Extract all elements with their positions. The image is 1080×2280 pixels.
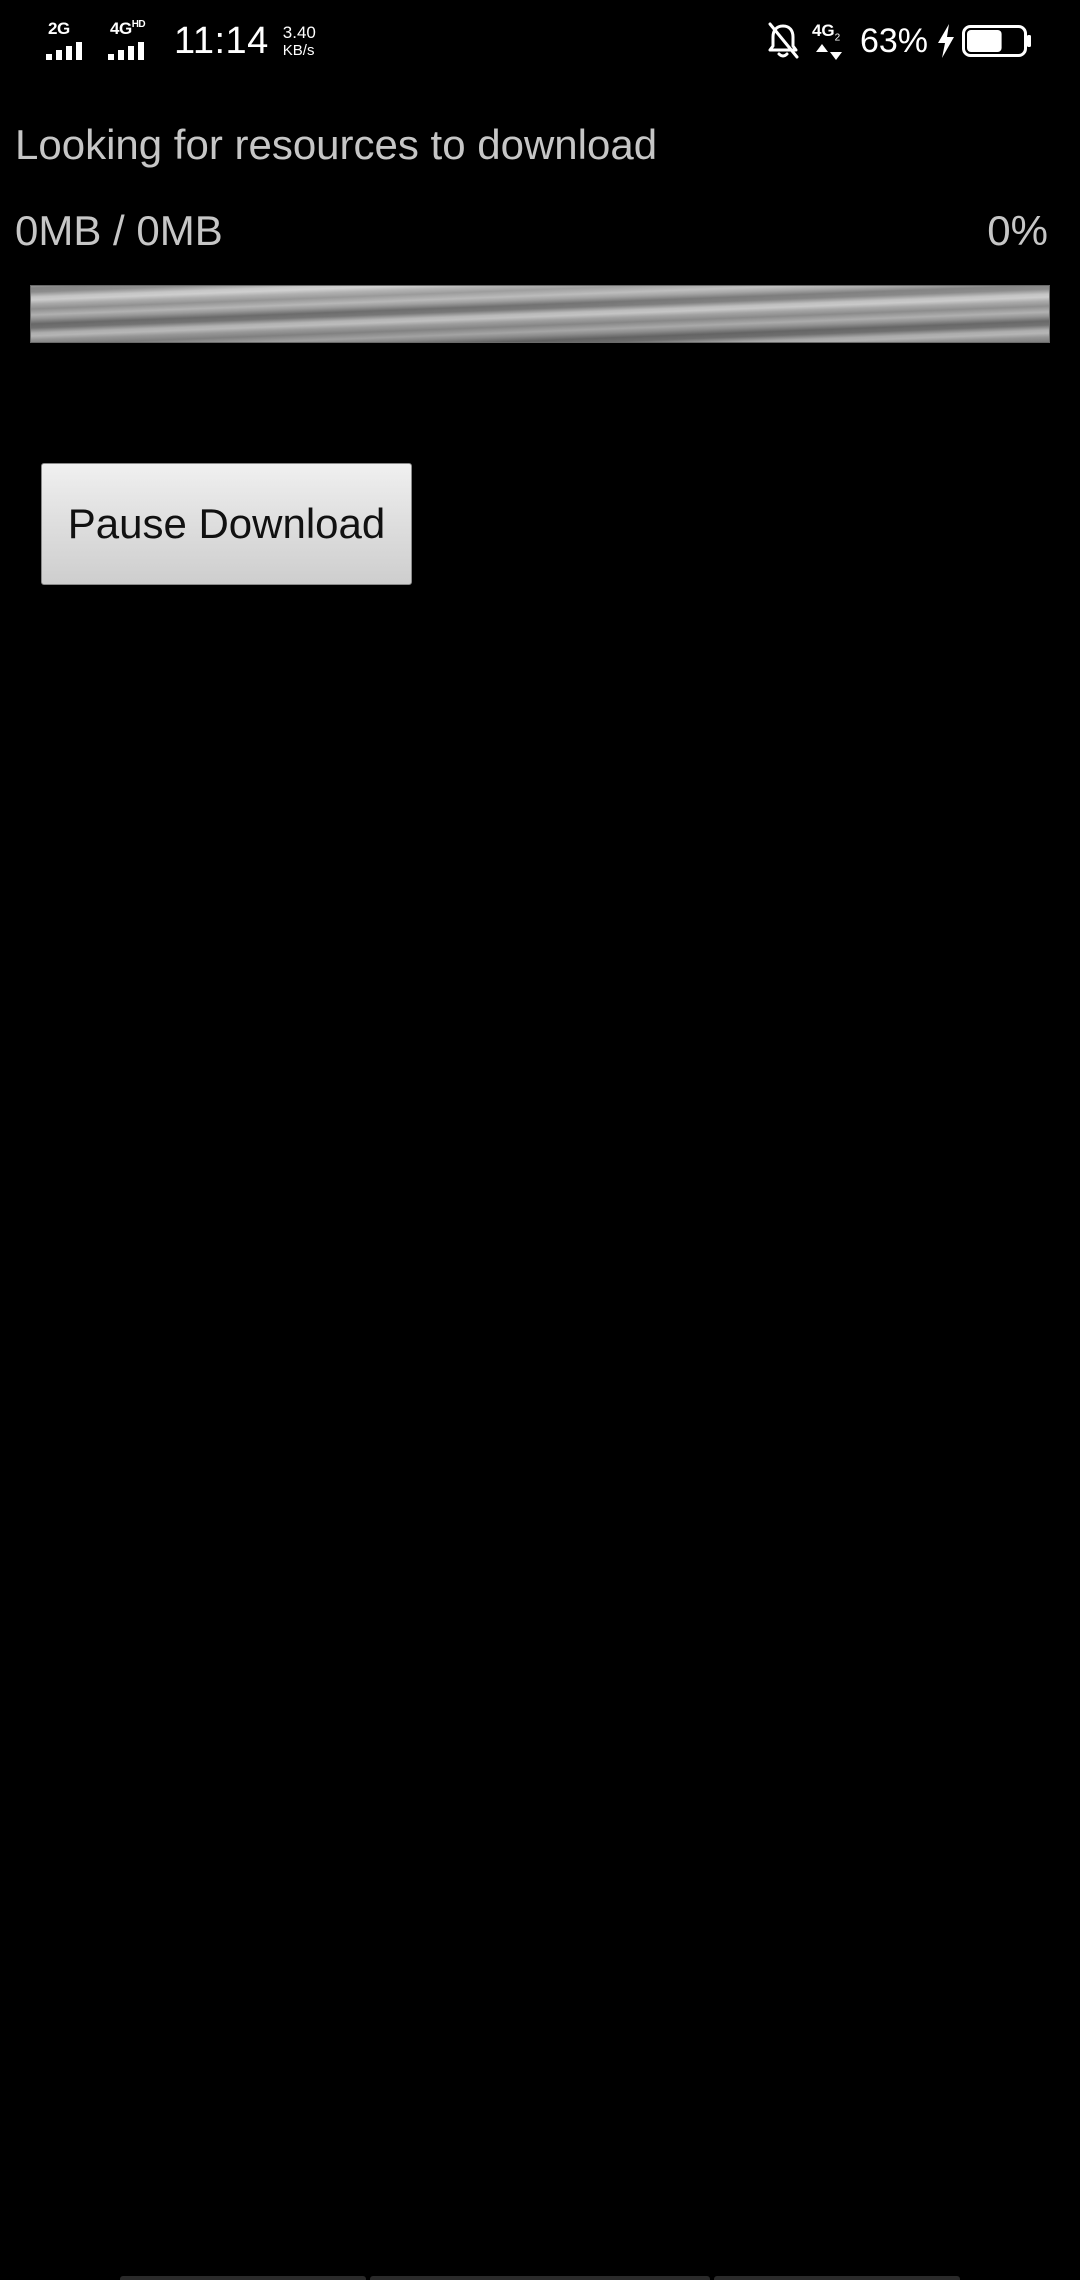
data-type: 4G	[811, 21, 835, 40]
bottom-nav-hints	[0, 2274, 1080, 2280]
pause-download-button[interactable]: Pause Download	[41, 463, 412, 585]
sim2-type: 4G	[110, 19, 132, 38]
clock: 11:14	[174, 20, 269, 62]
network-speed: 3.40 KB/s	[283, 24, 316, 64]
signal-2g-icon: 2G	[46, 18, 98, 64]
battery-fill	[967, 30, 1002, 52]
sim2-hd: HD	[131, 19, 146, 30]
status-right: 4G2 63%	[766, 18, 1032, 64]
battery-percent: 63%	[859, 22, 928, 60]
battery-icon	[962, 25, 1031, 57]
data-sub: 2	[834, 32, 841, 44]
bell-off-icon	[768, 22, 799, 59]
download-progress-bar	[30, 285, 1050, 343]
download-status-text: Looking for resources to download	[15, 121, 658, 168]
sim1-type: 2G	[48, 19, 70, 38]
status-left: 2G 4GHD 11:14 3.40 KB/s	[46, 18, 316, 64]
download-size-text: 0MB / 0MB	[15, 207, 223, 254]
network-speed-unit: KB/s	[282, 42, 315, 59]
network-speed-value: 3.40	[282, 23, 316, 42]
download-percent-text: 0%	[987, 207, 1048, 254]
status-bar: 2G 4GHD 11:14 3.40 KB/s 4G2 63%	[0, 0, 1080, 84]
signal-4g-hd-icon: 4GHD	[108, 18, 160, 64]
data-4g-arrows-icon: 4G2	[812, 20, 848, 62]
charging-bolt-icon	[938, 24, 954, 58]
